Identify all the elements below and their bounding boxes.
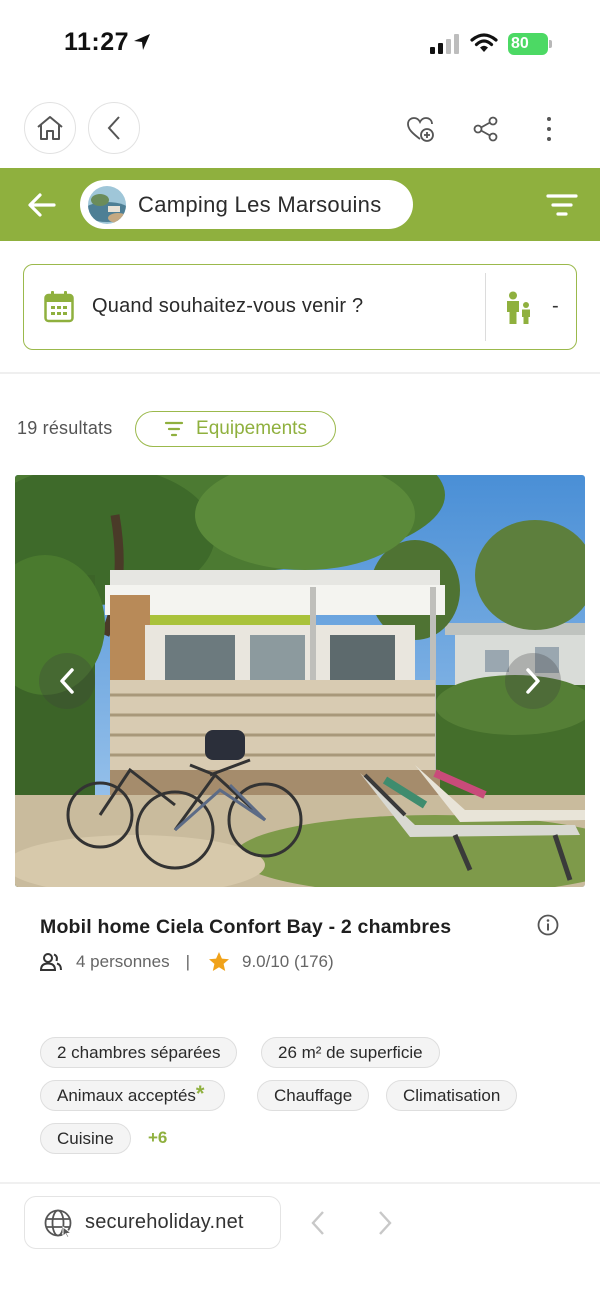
more-tags-link[interactable]: +6 <box>148 1128 167 1148</box>
chevron-left-icon <box>311 1211 324 1235</box>
tag-surface: 26 m² de superficie <box>261 1037 440 1068</box>
share-icon <box>473 116 498 142</box>
battery-indicator: 80 <box>508 33 548 55</box>
browser-toolbar <box>0 100 600 158</box>
camping-avatar <box>88 185 126 224</box>
battery-cap <box>549 40 552 48</box>
tag-pets-label: Animaux acceptés <box>57 1086 196 1105</box>
location-arrow-icon <box>132 32 152 57</box>
wifi-icon <box>470 32 498 59</box>
chevron-left-icon <box>60 668 74 694</box>
chevron-right-icon <box>379 1211 392 1235</box>
home-icon <box>37 116 63 140</box>
header-menu-button[interactable] <box>546 192 578 218</box>
guests-value[interactable]: - <box>552 295 559 318</box>
url-text: secureholiday.net <box>85 1211 244 1233</box>
site-header: Camping Les Marsouins <box>0 168 600 241</box>
browser-prev-page-button[interactable] <box>306 1208 330 1243</box>
mobile-home-photo <box>15 475 585 887</box>
chevron-right-icon <box>526 668 540 694</box>
star-icon <box>209 952 229 971</box>
equipment-filter-button[interactable]: Equipements <box>135 411 336 447</box>
results-count: 19 résultats <box>17 418 113 438</box>
tag-heating: Chauffage <box>257 1080 370 1111</box>
rating-label: 9.0/10 (176) <box>242 952 334 971</box>
cellular-signal-icon <box>430 34 462 59</box>
heart-plus-icon <box>407 117 434 142</box>
capacity-label: 4 personnes <box>76 952 170 971</box>
status-bar: 11:27 80 <box>0 0 600 90</box>
camping-name: Camping Les Marsouins <box>138 191 382 217</box>
photo-prev-button[interactable] <box>39 653 95 709</box>
more-vertical-icon <box>547 117 551 141</box>
asterisk-icon: * <box>195 1081 205 1106</box>
camping-selector[interactable]: Camping Les Marsouins <box>80 180 413 229</box>
meta-separator: | <box>185 952 190 971</box>
tag-kitchen: Cuisine <box>40 1123 131 1154</box>
info-button[interactable] <box>537 914 559 941</box>
bottom-divider <box>0 1182 600 1184</box>
header-back-button[interactable] <box>26 190 58 220</box>
calendar-icon <box>44 291 74 328</box>
url-bar[interactable]: secureholiday.net <box>24 1196 281 1249</box>
filter-icon <box>164 421 184 437</box>
share-button[interactable] <box>471 114 501 144</box>
search-divider <box>485 273 486 341</box>
tag-pets: Animaux acceptés* <box>40 1080 226 1111</box>
tag-bedrooms: 2 chambres séparées <box>40 1037 238 1068</box>
listing-title[interactable]: Mobil home Ciela Confort Bay - 2 chambre… <box>40 916 451 939</box>
home-button[interactable] <box>24 102 76 154</box>
chevron-left-icon <box>107 116 120 140</box>
equipment-filter-label: Equipements <box>196 418 307 439</box>
date-picker-field[interactable]: Quand souhaitez-vous venir ? <box>92 295 363 318</box>
section-divider <box>0 372 600 374</box>
filter-icon <box>546 194 578 216</box>
people-icon <box>40 953 62 971</box>
guests-icon[interactable] <box>504 291 534 330</box>
browser-next-page-button[interactable] <box>373 1208 397 1243</box>
browser-back-button[interactable] <box>88 102 140 154</box>
photo-next-button[interactable] <box>505 653 561 709</box>
listing-meta: 4 personnes | 9.0/10 (176) <box>40 950 334 974</box>
more-options-button[interactable] <box>534 114 564 144</box>
favorite-button[interactable] <box>406 114 436 144</box>
tag-air-conditioning: Climatisation <box>386 1080 518 1111</box>
globe-icon <box>44 1209 73 1238</box>
availability-search: Quand souhaitez-vous venir ? - <box>23 264 577 350</box>
status-time: 11:27 <box>64 28 130 56</box>
arrow-left-icon <box>28 193 56 217</box>
info-icon <box>537 914 559 936</box>
listing-photo[interactable] <box>15 475 585 887</box>
